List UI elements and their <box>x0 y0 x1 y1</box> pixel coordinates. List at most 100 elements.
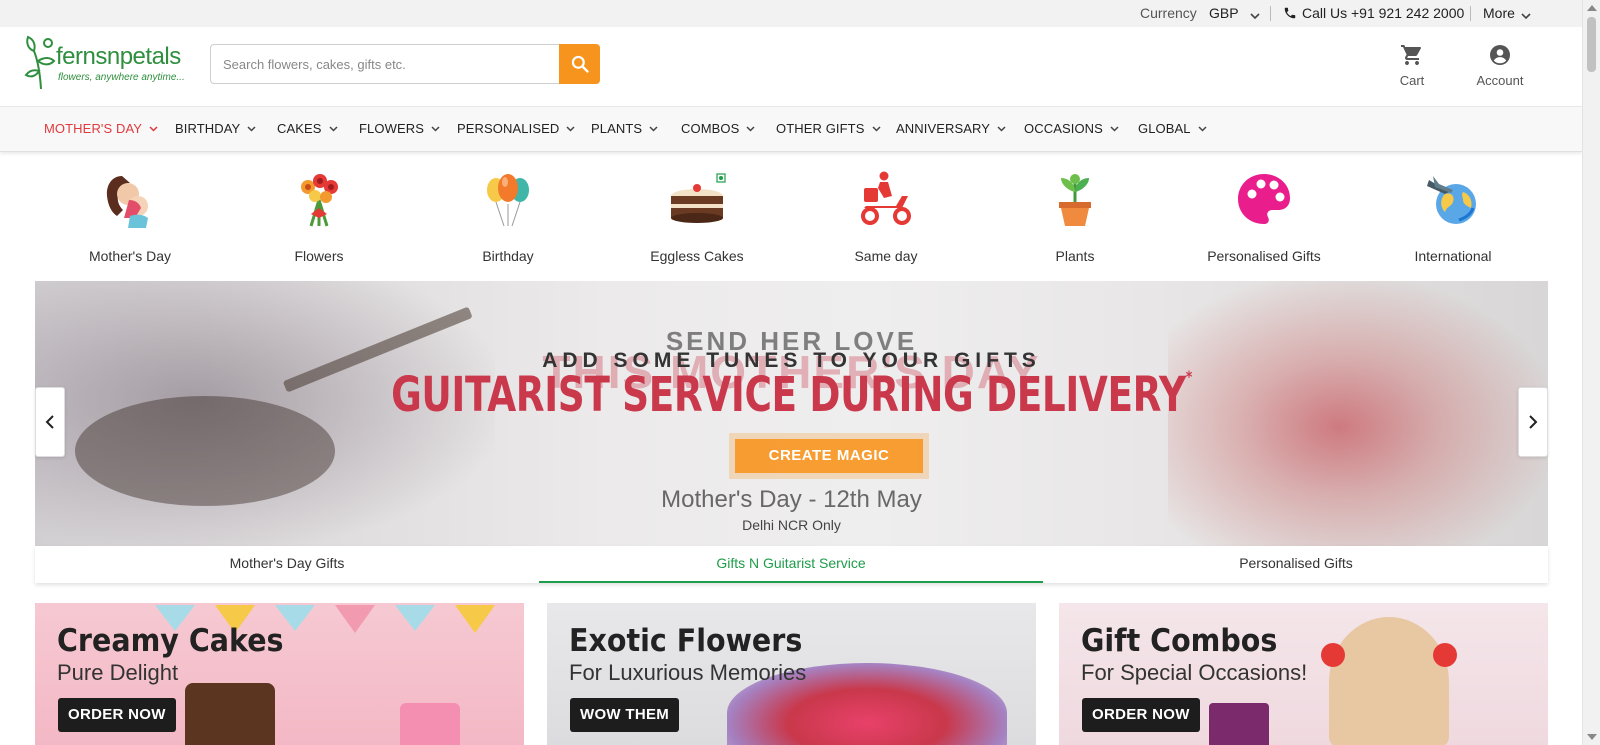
promo-subtitle: For Luxurious Memories <box>569 660 807 685</box>
page: Currency GBP Call Us +91 921 242 2000 Mo… <box>0 0 1600 745</box>
currency-select[interactable]: GBP <box>1209 5 1239 21</box>
category-label: Same day <box>854 248 918 264</box>
banner-next-button[interactable] <box>1518 387 1548 457</box>
fern-logo-icon <box>24 35 56 90</box>
search-button[interactable] <box>559 44 600 84</box>
nav-item-occasions[interactable]: OCCASIONS <box>1024 121 1119 136</box>
promo-card-combos[interactable]: Gift Combos For Special Occasions! ORDER… <box>1059 603 1548 745</box>
teddy-ear <box>1321 643 1345 667</box>
category-personalised-gifts[interactable]: Personalised Gifts <box>1179 170 1349 264</box>
category-international[interactable]: International <box>1368 170 1538 264</box>
gift-bag-image <box>1209 703 1269 745</box>
chevron-down-icon <box>149 126 158 132</box>
category-flowers[interactable]: Flowers <box>234 170 404 264</box>
nav-item-plants[interactable]: PLANTS <box>591 121 658 136</box>
category-label: International <box>1414 248 1492 264</box>
chevron-down-icon <box>247 126 256 132</box>
nav-item-label: GLOBAL <box>1138 121 1191 136</box>
cart-button[interactable]: Cart <box>1377 43 1447 88</box>
category-same-day[interactable]: Same day <box>801 170 971 264</box>
nav-item-combos[interactable]: COMBOS <box>681 121 755 136</box>
promo-title: Gift Combos <box>1081 623 1278 659</box>
search-input[interactable] <box>211 45 561 83</box>
scroll-up-arrow-icon[interactable] <box>1587 5 1597 11</box>
account-label: Account <box>1476 73 1524 88</box>
category-eggless-cakes[interactable]: Eggless Cakes <box>612 170 782 264</box>
chevron-down-icon <box>649 126 658 132</box>
chevron-down-icon <box>1198 126 1207 132</box>
nav-item-personalised[interactable]: PERSONALISED <box>457 121 575 136</box>
mother-child-icon <box>106 176 148 228</box>
cart-icon <box>1401 45 1421 65</box>
flower-bouquet-icon <box>301 174 338 227</box>
tab-mothers-day-gifts[interactable]: Mother's Day Gifts <box>35 546 539 583</box>
nav-item-flowers[interactable]: FLOWERS <box>359 121 440 136</box>
nav-item-cakes[interactable]: CAKES <box>277 121 338 136</box>
chevron-down-icon <box>329 126 338 132</box>
scroll-thumb[interactable] <box>1587 17 1596 72</box>
order-now-button[interactable]: ORDER NOW <box>58 698 176 732</box>
banner-prev-button[interactable] <box>35 387 65 457</box>
cake-icon <box>671 173 726 223</box>
banner-note: Delhi NCR Only <box>742 517 841 533</box>
category-label: Eggless Cakes <box>650 248 744 264</box>
promo-subtitle: For Special Occasions! <box>1081 660 1308 685</box>
order-now-button[interactable]: ORDER NOW <box>1082 698 1200 732</box>
nav-item-label: OCCASIONS <box>1024 121 1103 136</box>
palette-icon <box>1238 174 1290 224</box>
currency-label: Currency <box>1140 5 1197 21</box>
nav-item-label: FLOWERS <box>359 121 424 136</box>
pink-cake-image <box>400 703 460 745</box>
potted-plant-icon <box>1059 174 1091 226</box>
nav-item-label: PERSONALISED <box>457 121 560 136</box>
category-label: Mother's Day <box>88 248 172 264</box>
divider <box>1470 6 1471 21</box>
nav-item-birthday[interactable]: BIRTHDAY <box>175 121 256 136</box>
create-magic-button[interactable]: CREATE MAGIC <box>735 439 923 473</box>
chevron-down-icon <box>431 126 440 132</box>
globe-plane-icon <box>1427 176 1476 224</box>
promo-title: Creamy Cakes <box>57 623 284 659</box>
nav-item-label: PLANTS <box>591 121 643 136</box>
banner-tabs: Mother's Day Gifts Gifts N Guitarist Ser… <box>35 546 1548 583</box>
category-mothers-day[interactable]: Mother's Day <box>45 170 215 264</box>
phone-icon <box>1283 6 1297 23</box>
account-button[interactable]: Account <box>1465 43 1535 88</box>
balloons-icon <box>487 174 529 227</box>
nav-item-label: ANNIVERSARY <box>896 121 991 136</box>
promo-subtitle: Pure Delight <box>57 660 179 685</box>
nav-item-mothers-day[interactable]: MOTHER'S DAY <box>44 121 158 136</box>
logo-tagline: flowers, anywhere anytime... <box>58 72 185 83</box>
delivery-scooter-icon <box>861 171 911 225</box>
hero-banner[interactable]: THIS MOTHER'S DAY SEND HER LOVE ADD SOME… <box>35 281 1548 546</box>
divider <box>1270 6 1271 21</box>
more-menu[interactable]: More <box>1483 5 1515 21</box>
teddy-bear-image <box>1329 617 1449 745</box>
nav-item-anniversary[interactable]: ANNIVERSARY <box>896 121 1006 136</box>
banner-heading-text: GUITARIST SERVICE DURING DELIVERY <box>391 367 1186 423</box>
category-birthday[interactable]: Birthday <box>423 170 593 264</box>
nav-item-other-gifts[interactable]: OTHER GIFTS <box>776 121 881 136</box>
page-scrollbar[interactable] <box>1582 0 1600 745</box>
nav-item-label: BIRTHDAY <box>175 121 241 136</box>
category-label: Plants <box>1055 248 1095 264</box>
chevron-down-icon[interactable] <box>1250 7 1260 23</box>
nav-item-global[interactable]: GLOBAL <box>1138 121 1207 136</box>
logo[interactable]: fernsnpetals flowers, anywhere anytime..… <box>24 31 194 91</box>
banner-date: Mother's Day - 12th May <box>661 486 922 513</box>
scroll-down-arrow-icon[interactable] <box>1587 734 1597 740</box>
category-plants[interactable]: Plants <box>990 170 1160 264</box>
category-label: Birthday <box>482 248 534 264</box>
nav-item-label: OTHER GIFTS <box>776 121 865 136</box>
site-header: fernsnpetals flowers, anywhere anytime..… <box>0 27 1582 106</box>
category-label: Flowers <box>294 248 344 264</box>
promo-card-flowers[interactable]: Exotic Flowers For Luxurious Memories WO… <box>547 603 1036 745</box>
promo-card-cakes[interactable]: Creamy Cakes Pure Delight ORDER NOW <box>35 603 524 745</box>
account-icon <box>1490 45 1510 65</box>
teddy-ear <box>1433 643 1457 667</box>
tab-gifts-n-guitarist-service[interactable]: Gifts N Guitarist Service <box>539 546 1043 583</box>
wow-them-button[interactable]: WOW THEM <box>570 698 680 732</box>
call-us-link[interactable]: Call Us +91 921 242 2000 <box>1302 5 1464 21</box>
tab-personalised-gifts[interactable]: Personalised Gifts <box>1044 546 1548 583</box>
chevron-down-icon[interactable] <box>1521 7 1531 23</box>
